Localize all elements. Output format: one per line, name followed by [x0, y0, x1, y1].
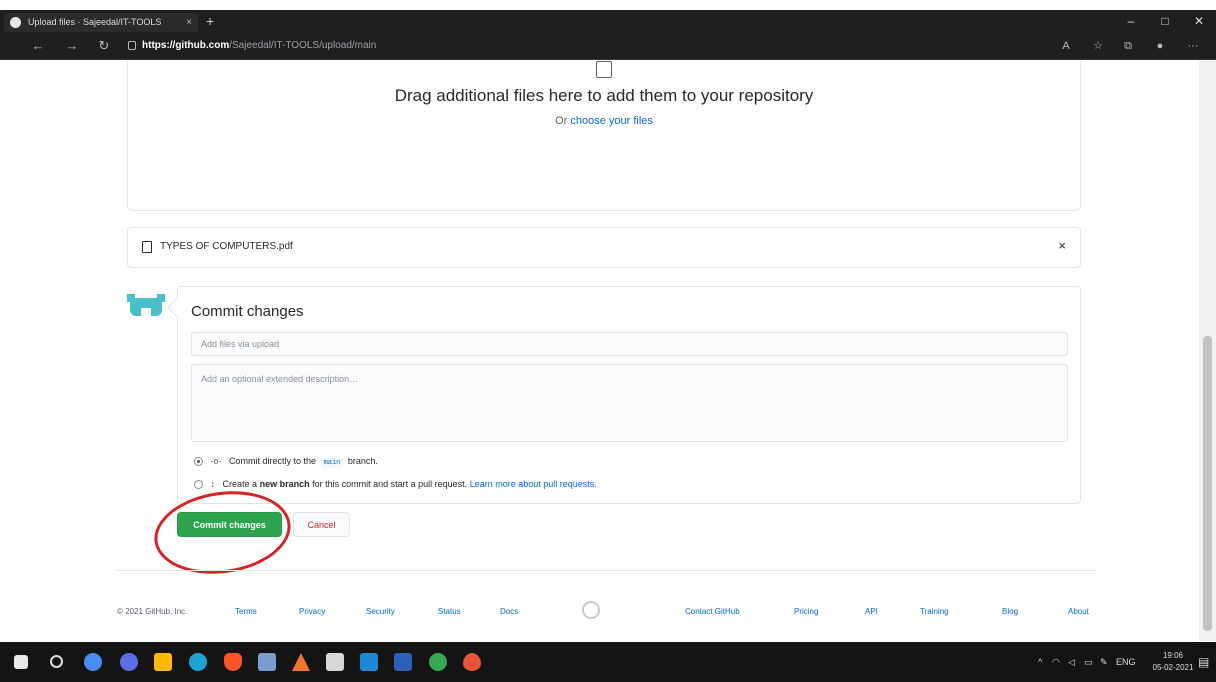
footer-link-status[interactable]: Status — [438, 607, 461, 616]
forward-arrow-icon[interactable]: → — [62, 36, 82, 56]
dropzone-title: Drag additional files here to add them t… — [394, 86, 814, 105]
address-bar[interactable]: https://github.com/Sajeedal/IT-TOOLS/upl… — [126, 36, 1046, 56]
favorites-star-icon[interactable]: ☆ — [1088, 36, 1108, 56]
tray-battery-icon[interactable]: ▭ — [1084, 642, 1093, 682]
choose-files-link[interactable]: choose your files — [570, 115, 653, 127]
branch-name: main — [320, 458, 344, 468]
screenshot: Upload files · Sajeedal/IT-TOOLS × + – □… — [0, 10, 1216, 682]
footer-link-terms[interactable]: Terms — [235, 607, 257, 616]
browser-tabstrip: Upload files · Sajeedal/IT-TOOLS × + – □… — [0, 10, 1216, 32]
minimize-button[interactable]: – — [1114, 10, 1148, 32]
uploaded-file-row: TYPES OF COMPUTERS.pdf × — [127, 227, 1081, 268]
footer-link-contact[interactable]: Contact GitHub — [685, 607, 740, 616]
document-caption-strip — [0, 0, 1216, 10]
tray-pen-icon[interactable]: ✎ — [1100, 642, 1108, 682]
brave-browser-icon[interactable] — [224, 653, 242, 671]
new-branch-prefix: Create a — [222, 479, 258, 489]
footer-link-about[interactable]: About — [1068, 607, 1089, 616]
file-name: TYPES OF COMPUTERS.pdf — [160, 241, 293, 252]
notes-app-icon[interactable] — [258, 653, 276, 671]
page-footer: © 2021 GitHub, Inc. Terms Privacy Securi… — [117, 570, 1097, 620]
browser-tab[interactable]: Upload files · Sajeedal/IT-TOOLS × — [4, 13, 198, 32]
file-icon — [142, 241, 152, 253]
teams-app-icon[interactable] — [120, 653, 138, 671]
taskbar-clock[interactable]: 19:06 05-02-2021 — [1151, 650, 1195, 674]
scrollbar-thumb[interactable] — [1203, 336, 1212, 631]
commit-title: Commit changes — [191, 303, 304, 320]
commit-direct-suffix: branch. — [347, 456, 378, 466]
tray-chevron-icon[interactable]: ^ — [1038, 642, 1042, 682]
file-icon — [596, 61, 612, 78]
clock-time: 19:06 — [1162, 651, 1184, 660]
windows-start-icon[interactable] — [14, 655, 28, 669]
tray-volume-icon[interactable]: ◁ — [1068, 642, 1075, 682]
people-app-icon[interactable] — [84, 653, 102, 671]
notifications-icon[interactable]: ▤ — [1198, 642, 1209, 682]
footer-link-pricing[interactable]: Pricing — [794, 607, 818, 616]
footer-link-api[interactable]: API — [865, 607, 878, 616]
profile-avatar-icon[interactable]: ● — [1150, 36, 1170, 56]
dropzone-subtitle: Or choose your files — [128, 115, 1080, 127]
footer-link-privacy[interactable]: Privacy — [299, 607, 325, 616]
page-scrollbar[interactable] — [1199, 61, 1216, 641]
learn-more-pull-requests-link[interactable]: Learn more about pull requests. — [470, 479, 597, 489]
terminal-app-icon[interactable] — [326, 653, 344, 671]
footer-link-blog[interactable]: Blog — [1002, 607, 1018, 616]
dropzone-sub-prefix: Or — [555, 115, 571, 127]
close-window-button[interactable]: ✕ — [1182, 10, 1216, 32]
chrome-browser-icon[interactable] — [429, 653, 447, 671]
vlc-player-icon[interactable] — [292, 653, 310, 671]
new-branch-bold: new branch — [259, 479, 310, 489]
tab-title: Upload files · Sajeedal/IT-TOOLS — [28, 17, 162, 27]
remove-file-icon[interactable]: × — [1058, 238, 1066, 253]
footer-link-security[interactable]: Security — [366, 607, 395, 616]
back-arrow-icon[interactable]: ← — [28, 36, 48, 56]
user-avatar[interactable] — [127, 286, 165, 324]
commit-direct-radio[interactable] — [194, 457, 203, 467]
url-host: https://github.com — [142, 40, 230, 51]
refresh-icon[interactable]: ↻ — [94, 36, 114, 56]
windows-taskbar: ^ ◠ ◁ ▭ ✎ ENG 19:06 05-02-2021 ▤ — [0, 642, 1216, 682]
clock-date: 05-02-2021 — [1152, 663, 1194, 672]
file-explorer-icon[interactable] — [154, 653, 172, 671]
new-branch-option[interactable]: ↕ Create a new branch for this commit an… — [194, 479, 597, 490]
footer-copyright: © 2021 GitHub, Inc. — [117, 607, 188, 616]
new-branch-suffix: for this commit and start a pull request… — [312, 479, 468, 489]
more-menu-icon[interactable]: ··· — [1183, 36, 1203, 56]
commit-changes-box: Commit changes -o- Commit directly to th… — [177, 286, 1081, 504]
file-drop-zone[interactable]: Drag additional files here to add them t… — [127, 61, 1081, 211]
new-branch-radio[interactable] — [194, 480, 203, 490]
commit-summary-input[interactable] — [191, 332, 1068, 356]
github-favicon-icon — [10, 17, 21, 28]
commit-changes-button[interactable]: Commit changes — [177, 512, 282, 537]
commit-description-textarea[interactable] — [191, 364, 1068, 442]
github-logo-icon[interactable] — [582, 601, 600, 619]
pull-request-icon: ↕ — [210, 479, 216, 489]
search-icon[interactable] — [50, 655, 63, 668]
tray-network-icon[interactable]: ◠ — [1052, 642, 1060, 682]
vscode-icon[interactable] — [360, 653, 378, 671]
github-upload-page: Drag additional files here to add them t… — [0, 61, 1199, 641]
word-app-icon[interactable] — [394, 653, 412, 671]
tab-close-icon[interactable]: × — [186, 13, 192, 32]
footer-link-docs[interactable]: Docs — [500, 607, 518, 616]
commit-direct-prefix: Commit directly to the — [229, 456, 317, 466]
maximize-button[interactable]: □ — [1148, 10, 1182, 32]
collections-icon[interactable]: ⧉ — [1118, 36, 1138, 56]
git-commit-icon: -o- — [210, 456, 222, 466]
footer-link-training[interactable]: Training — [920, 607, 949, 616]
read-aloud-icon[interactable]: A — [1056, 36, 1076, 56]
tray-language[interactable]: ENG — [1116, 642, 1136, 682]
edge-browser-icon[interactable] — [189, 653, 207, 671]
browser-toolbar: ← → ↻ https://github.com/Sajeedal/IT-TOO… — [0, 32, 1216, 60]
paint-app-icon[interactable] — [463, 653, 481, 671]
commit-direct-option[interactable]: -o- Commit directly to the main branch. — [194, 456, 378, 468]
new-tab-button[interactable]: + — [206, 13, 214, 29]
url-path: /Sajeedal/IT-TOOLS/upload/main — [229, 40, 377, 51]
lock-icon — [128, 41, 136, 50]
cancel-button[interactable]: Cancel — [293, 512, 350, 537]
